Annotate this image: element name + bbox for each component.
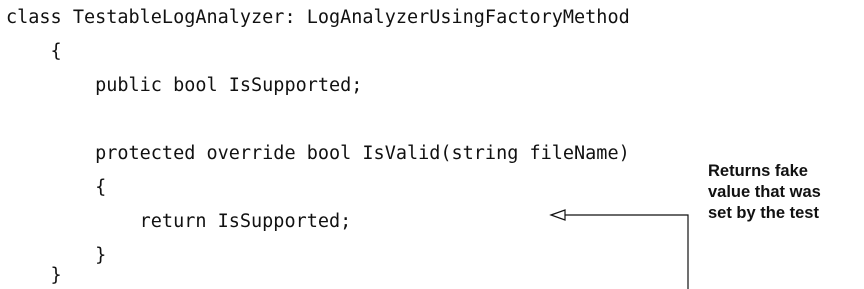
code-annotation: Returns fake value that was set by the t… [708,161,858,224]
annotation-line-1: Returns fake [708,162,808,180]
code-listing: class TestableLogAnalyzer: LogAnalyzerUs… [0,0,864,289]
code-line-method-signature: protected override bool IsValid(string f… [6,143,630,164]
annotation-line-2: value that was [708,183,821,201]
code-line-class-declaration: class TestableLogAnalyzer: LogAnalyzerUs… [6,7,630,28]
code-line-method-open-brace: { [6,177,107,198]
code-line-return-statement: return IsSupported; [6,211,352,232]
code-line-class-open-brace: { [6,41,62,62]
annotation-line-3: set by the test [708,204,819,222]
code-line-field-declaration: public bool IsSupported; [6,75,363,96]
code-line-class-close-brace: } [6,265,62,286]
